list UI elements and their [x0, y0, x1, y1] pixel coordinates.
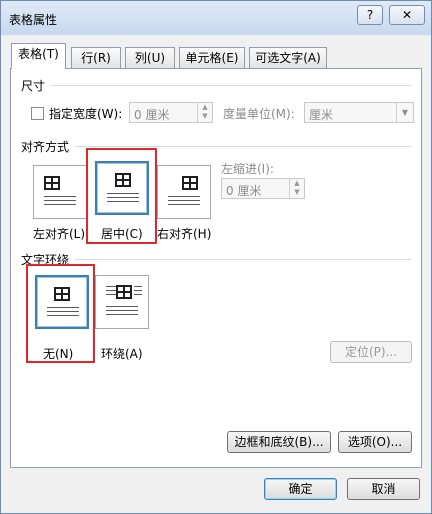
- tab-row[interactable]: 行(R): [71, 47, 121, 68]
- unit-label: 度量单位(M):: [223, 107, 295, 121]
- text-lines-icon: [106, 306, 138, 318]
- unit-value: 厘米: [309, 108, 334, 122]
- align-left-label: 左对齐(L): [33, 227, 86, 241]
- indent-spinner[interactable]: 0 厘米 ▲ ▼: [221, 178, 305, 199]
- tab-table[interactable]: 表格(T): [11, 43, 66, 69]
- cancel-button[interactable]: 取消: [347, 478, 420, 500]
- text-lines-icon: [106, 286, 116, 298]
- dialog-title: 表格属性: [9, 13, 58, 27]
- tab-column[interactable]: 列(U): [125, 47, 175, 68]
- spin-down-icon[interactable]: ▼: [290, 188, 304, 197]
- dialog-window: 表格属性 ? ✕ 表格(T) 行(R) 列(U) 单元格(E) 可选文字(A) …: [0, 0, 432, 514]
- indent-label: 左缩进(I):: [221, 162, 274, 176]
- chevron-down-icon[interactable]: ▼: [396, 103, 413, 122]
- align-left-option[interactable]: [33, 165, 87, 219]
- highlight-box: [26, 264, 95, 363]
- options-button[interactable]: 选项(O)...: [338, 431, 412, 453]
- size-divider: [51, 85, 411, 86]
- wrapping-divider: [75, 259, 411, 260]
- indent-value: 0 厘米: [226, 184, 262, 198]
- width-spinner[interactable]: 0 厘米 ▲ ▼: [129, 102, 213, 123]
- width-value: 0 厘米: [134, 108, 170, 122]
- ok-button[interactable]: 确定: [264, 478, 337, 500]
- unit-select[interactable]: 厘米 ▼: [304, 102, 414, 123]
- text-lines-icon: [168, 196, 200, 208]
- text-lines-icon: [134, 286, 142, 298]
- help-button[interactable]: ?: [357, 5, 383, 25]
- table-left-icon: [44, 176, 60, 190]
- wrap-around-option[interactable]: [95, 275, 149, 329]
- borders-shading-button[interactable]: 边框和底纹(B)...: [227, 431, 331, 453]
- tab-panel: 尺寸 指定宽度(W): 0 厘米 ▲ ▼ 度量单位(M): 厘米 ▼ 对齐方式 左…: [10, 68, 422, 468]
- wrap-around-label: 环绕(A): [101, 347, 143, 361]
- alignment-divider: [75, 146, 411, 147]
- align-right-label: 右对齐(H): [157, 227, 212, 241]
- align-right-option[interactable]: [157, 165, 211, 219]
- size-section-label: 尺寸: [21, 79, 46, 93]
- spin-down-icon[interactable]: ▼: [198, 112, 212, 121]
- table-right-icon: [182, 176, 198, 190]
- table-wrap-icon: [116, 285, 132, 299]
- position-button[interactable]: 定位(P)...: [330, 341, 412, 363]
- specify-width-checkbox[interactable]: [31, 107, 44, 120]
- tab-strip: 表格(T) 行(R) 列(U) 单元格(E) 可选文字(A): [1, 41, 431, 69]
- tab-alt-text[interactable]: 可选文字(A): [249, 47, 327, 68]
- highlight-box: [86, 148, 157, 244]
- width-spin-arrows[interactable]: ▲ ▼: [197, 103, 212, 122]
- specify-width-label: 指定宽度(W):: [49, 107, 123, 121]
- spin-up-icon[interactable]: ▲: [198, 103, 212, 112]
- title-bar: 表格属性 ? ✕: [1, 1, 431, 35]
- close-button[interactable]: ✕: [389, 5, 425, 25]
- tab-cell[interactable]: 单元格(E): [179, 47, 245, 68]
- alignment-section-label: 对齐方式: [21, 140, 70, 154]
- spin-up-icon[interactable]: ▲: [290, 179, 304, 188]
- indent-spin-arrows[interactable]: ▲ ▼: [289, 179, 304, 198]
- text-lines-icon: [44, 196, 76, 208]
